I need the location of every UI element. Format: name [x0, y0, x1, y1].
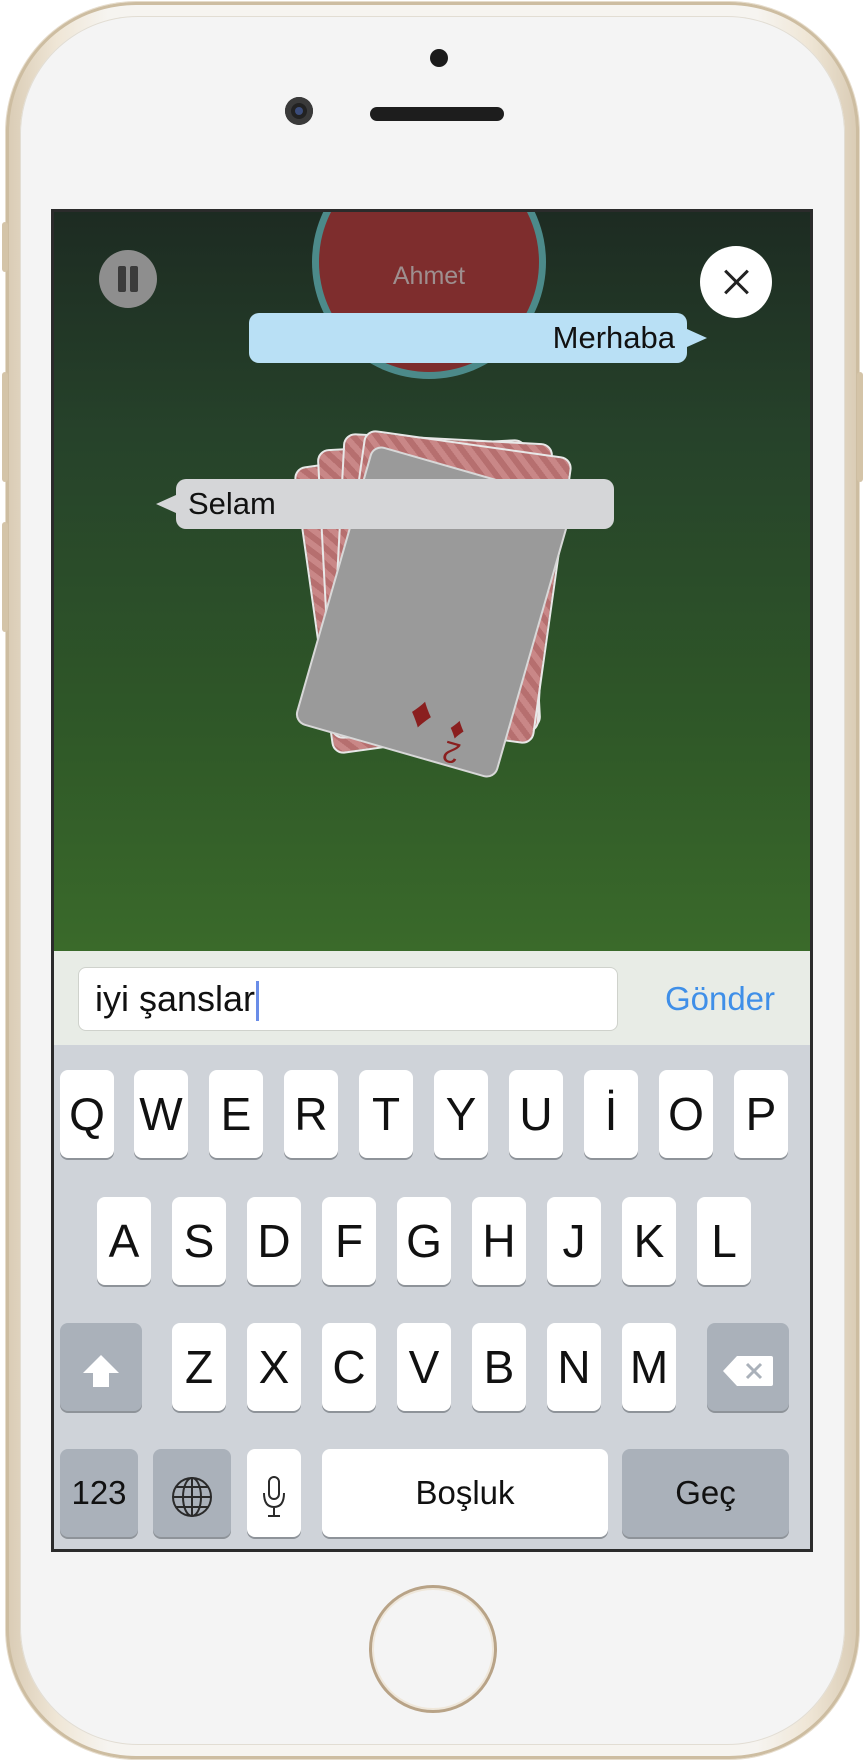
key-t[interactable]: T	[359, 1070, 413, 1158]
key-u[interactable]: U	[509, 1070, 563, 1158]
power-button	[857, 372, 863, 482]
microphone-icon	[263, 1475, 285, 1517]
key-z[interactable]: Z	[172, 1323, 226, 1411]
chat-input-value: iyi şanslar	[95, 978, 256, 1019]
card-rank: 2	[438, 733, 465, 770]
chat-input-bar: iyi şanslar Gönder	[54, 951, 810, 1045]
pause-icon[interactable]	[99, 250, 157, 308]
backspace-key[interactable]	[707, 1323, 789, 1411]
key-e[interactable]: E	[209, 1070, 263, 1158]
screen: Ahmet ♦ ♦ 2 Merhaba Selam iyi şanslar Gö…	[51, 209, 813, 1552]
keyboard: Q W E R T Y U İ O P A S D F G H J K L Z …	[54, 1045, 810, 1549]
opponent-name: Ahmet	[392, 262, 466, 290]
key-k[interactable]: K	[622, 1197, 676, 1285]
space-key[interactable]: Boşluk	[322, 1449, 608, 1537]
key-g[interactable]: G	[397, 1197, 451, 1285]
home-button[interactable]	[369, 1585, 497, 1713]
key-w[interactable]: W	[134, 1070, 188, 1158]
key-v[interactable]: V	[397, 1323, 451, 1411]
key-l[interactable]: L	[697, 1197, 751, 1285]
key-o[interactable]: O	[659, 1070, 713, 1158]
key-c[interactable]: C	[322, 1323, 376, 1411]
dictation-key[interactable]	[247, 1449, 301, 1537]
return-key[interactable]: Geç	[622, 1449, 789, 1537]
earpiece-speaker	[370, 107, 504, 121]
key-r[interactable]: R	[284, 1070, 338, 1158]
chat-bubble-text: Merhaba	[552, 320, 675, 355]
key-m[interactable]: M	[622, 1323, 676, 1411]
chat-input[interactable]: iyi şanslar	[78, 967, 618, 1031]
text-caret	[256, 981, 260, 1022]
key-s[interactable]: S	[172, 1197, 226, 1285]
key-j[interactable]: J	[547, 1197, 601, 1285]
key-b[interactable]: B	[472, 1323, 526, 1411]
card-table: Ahmet ♦ ♦ 2 Merhaba Selam	[54, 212, 810, 951]
key-x[interactable]: X	[247, 1323, 301, 1411]
key-n[interactable]: N	[547, 1323, 601, 1411]
key-a[interactable]: A	[97, 1197, 151, 1285]
shift-arrow-icon	[83, 1354, 119, 1387]
send-button[interactable]: Gönder	[650, 967, 790, 1031]
key-p[interactable]: P	[734, 1070, 788, 1158]
key-d[interactable]: D	[247, 1197, 301, 1285]
key-i-dotted[interactable]: İ	[584, 1070, 638, 1158]
front-camera-icon	[285, 97, 313, 125]
key-h[interactable]: H	[472, 1197, 526, 1285]
volume-down-button	[2, 522, 8, 632]
chat-bubble-outgoing: Selam	[156, 479, 614, 529]
volume-up-button	[2, 372, 8, 482]
proximity-sensor	[430, 49, 448, 67]
diamond-icon: ♦	[404, 686, 440, 740]
key-y[interactable]: Y	[434, 1070, 488, 1158]
numbers-key[interactable]: 123	[60, 1449, 138, 1537]
close-icon[interactable]	[700, 246, 772, 318]
shift-key[interactable]	[60, 1323, 142, 1411]
key-q[interactable]: Q	[60, 1070, 114, 1158]
globe-key[interactable]	[153, 1449, 231, 1537]
chat-bubble-incoming: Merhaba	[249, 313, 707, 363]
chat-bubble-text: Selam	[188, 486, 276, 521]
globe-icon	[172, 1476, 212, 1517]
key-f[interactable]: F	[322, 1197, 376, 1285]
mute-switch	[2, 222, 8, 272]
backspace-icon	[723, 1355, 773, 1386]
